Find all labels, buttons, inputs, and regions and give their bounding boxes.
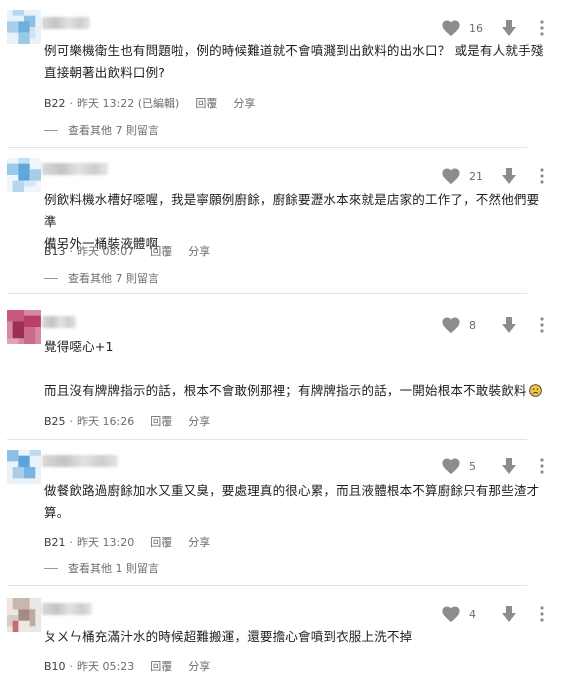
avatar[interactable] bbox=[7, 598, 41, 632]
author-name[interactable] bbox=[42, 316, 76, 328]
downvote-icon[interactable] bbox=[501, 19, 517, 37]
meta-separator: · bbox=[69, 414, 74, 428]
timestamp: 昨天 13:22 (已編輯) bbox=[77, 97, 180, 110]
reply-button[interactable]: 回覆 bbox=[195, 95, 217, 111]
view-more-replies-label: 查看其他 7 則留言 bbox=[68, 272, 159, 285]
divider bbox=[7, 585, 527, 586]
view-more-replies-label: 查看其他 1 則留言 bbox=[68, 562, 159, 575]
like-count: 16 bbox=[469, 21, 483, 35]
downvote-icon[interactable] bbox=[501, 316, 517, 334]
view-more-replies[interactable]: 查看其他 7 則留言 bbox=[44, 122, 159, 138]
reply-button[interactable]: 回覆 bbox=[150, 243, 172, 259]
share-button[interactable]: 分享 bbox=[188, 534, 210, 550]
reply-button[interactable]: 回覆 bbox=[150, 534, 172, 550]
view-more-replies[interactable]: 查看其他 7 則留言 bbox=[44, 270, 159, 286]
heart-icon[interactable] bbox=[441, 19, 461, 37]
divider bbox=[7, 439, 527, 440]
floor-number[interactable]: B25 bbox=[44, 415, 66, 428]
heart-icon[interactable] bbox=[441, 457, 461, 475]
comment-actions: 16 bbox=[441, 19, 549, 37]
more-options-icon[interactable] bbox=[535, 457, 549, 475]
comment-text-body: 覺得噁心+1 而且沒有牌牌指示的話，根本不會敢例那裡；有牌牌指示的話，一開始根本… bbox=[44, 339, 527, 398]
like-count: 21 bbox=[469, 169, 483, 183]
view-more-replies-label: 查看其他 7 則留言 bbox=[68, 124, 159, 137]
comment-actions: 5 bbox=[441, 457, 549, 475]
author-name[interactable] bbox=[42, 17, 90, 29]
like-count: 5 bbox=[469, 459, 476, 473]
comment-actions: 4 bbox=[441, 605, 549, 623]
comment-text: ㄆㄨㄣ桶充滿汁水的時候超難搬運，還要擔心會噴到衣服上洗不掉 bbox=[44, 629, 413, 644]
comment-text: 做餐飲路過廚餘加水又重又臭，要處理真的很心累，而且液體根本不算廚餘只有那些渣才 … bbox=[44, 483, 540, 520]
like-count: 4 bbox=[469, 607, 476, 621]
reply-button[interactable]: 回覆 bbox=[150, 658, 172, 674]
downvote-icon[interactable] bbox=[501, 457, 517, 475]
view-more-replies[interactable]: 查看其他 1 則留言 bbox=[44, 560, 159, 576]
heart-icon[interactable] bbox=[441, 167, 461, 185]
heart-icon[interactable] bbox=[441, 605, 461, 623]
share-button[interactable]: 分享 bbox=[233, 95, 255, 111]
comment-meta: B13 · 昨天 08:07 回覆 分享 bbox=[44, 243, 210, 259]
timestamp: 昨天 13:20 bbox=[77, 536, 135, 549]
avatar[interactable] bbox=[7, 450, 41, 484]
comment-meta: B10 · 昨天 05:23 回覆 分享 bbox=[44, 658, 210, 674]
avatar[interactable] bbox=[7, 10, 41, 44]
more-options-icon[interactable] bbox=[535, 316, 549, 334]
meta-separator: · bbox=[69, 535, 74, 549]
timestamp: 昨天 16:26 bbox=[77, 415, 135, 428]
timestamp: 昨天 05:23 bbox=[77, 660, 135, 673]
share-button[interactable]: 分享 bbox=[188, 413, 210, 429]
author-name[interactable] bbox=[42, 603, 92, 615]
sad-face-icon bbox=[528, 384, 542, 397]
share-button[interactable]: 分享 bbox=[188, 658, 210, 674]
floor-number[interactable]: B22 bbox=[44, 97, 66, 110]
downvote-icon[interactable] bbox=[501, 605, 517, 623]
comment-text: 覺得噁心+1 而且沒有牌牌指示的話，根本不會敢例那裡；有牌牌指示的話，一開始根本… bbox=[44, 336, 549, 402]
comment-text: 例可樂機衛生也有問題啦，例的時候難道就不會噴濺到出飲料的出水口？ 或是有人就手殘… bbox=[44, 43, 544, 80]
author-name[interactable] bbox=[42, 455, 118, 467]
author-name[interactable] bbox=[42, 163, 108, 175]
more-options-icon[interactable] bbox=[535, 605, 549, 623]
meta-separator: · bbox=[69, 96, 74, 110]
reply-button[interactable]: 回覆 bbox=[150, 413, 172, 429]
replies-line bbox=[44, 567, 58, 569]
meta-separator: · bbox=[69, 244, 74, 258]
floor-number[interactable]: B10 bbox=[44, 660, 66, 673]
divider bbox=[7, 147, 527, 148]
share-button[interactable]: 分享 bbox=[188, 243, 210, 259]
avatar[interactable] bbox=[7, 310, 41, 344]
more-options-icon[interactable] bbox=[535, 167, 549, 185]
replies-line bbox=[44, 277, 58, 279]
like-count: 8 bbox=[469, 318, 476, 332]
meta-separator: · bbox=[69, 659, 74, 673]
timestamp: 昨天 08:07 bbox=[77, 245, 135, 258]
floor-number[interactable]: B21 bbox=[44, 536, 66, 549]
comment-meta: B21 · 昨天 13:20 回覆 分享 bbox=[44, 534, 210, 550]
heart-icon[interactable] bbox=[441, 316, 461, 334]
divider bbox=[7, 293, 527, 294]
more-options-icon[interactable] bbox=[535, 19, 549, 37]
comment-meta: B22 · 昨天 13:22 (已編輯) 回覆 分享 bbox=[44, 95, 255, 111]
replies-line bbox=[44, 129, 58, 131]
comment-actions: 21 bbox=[441, 167, 549, 185]
floor-number[interactable]: B13 bbox=[44, 245, 66, 258]
avatar[interactable] bbox=[7, 158, 41, 192]
downvote-icon[interactable] bbox=[501, 167, 517, 185]
comment-meta: B25 · 昨天 16:26 回覆 分享 bbox=[44, 413, 210, 429]
comment-actions: 8 bbox=[441, 316, 549, 334]
